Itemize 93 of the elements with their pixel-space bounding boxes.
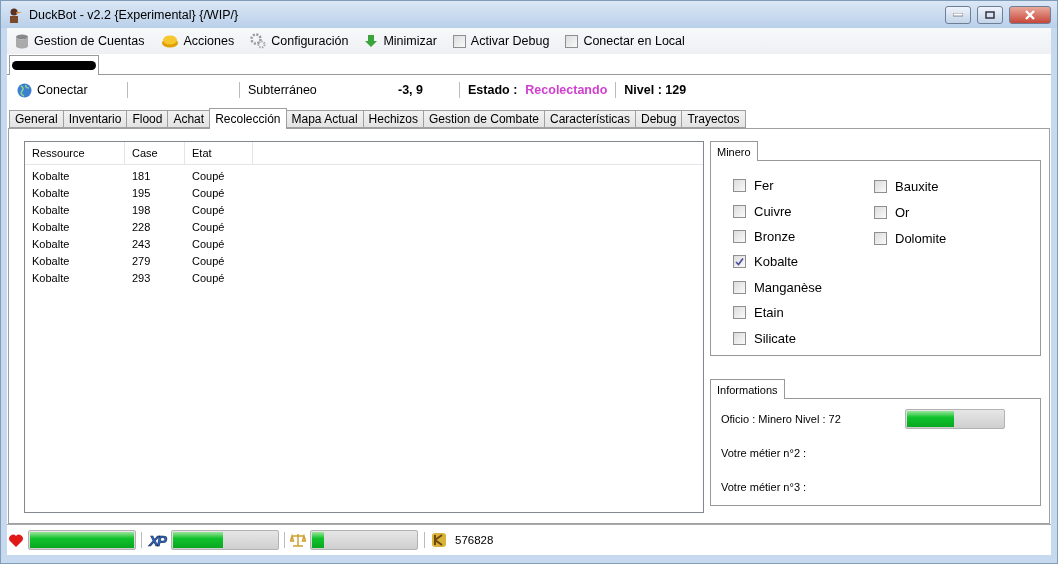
xp-label: XP bbox=[149, 531, 165, 549]
checkbox[interactable] bbox=[565, 34, 579, 48]
menu-item[interactable]: Gestion de Cuentas bbox=[13, 33, 147, 49]
table-cell-text: Kobalte bbox=[31, 271, 71, 284]
gears-icon bbox=[250, 33, 267, 49]
checkbox-option[interactable]: Bronze bbox=[733, 223, 874, 250]
table-cell-text: 228 bbox=[131, 220, 152, 233]
connect-link[interactable]: Conectar bbox=[37, 83, 119, 97]
checkbox-option[interactable]: Or bbox=[874, 199, 1015, 225]
coins-icon bbox=[160, 34, 179, 48]
checkbox[interactable] bbox=[733, 306, 746, 320]
checkbox-option[interactable]: Silicate bbox=[733, 325, 874, 351]
table-cell-text: Coupé bbox=[191, 203, 226, 216]
checkbox[interactable] bbox=[733, 230, 746, 244]
table-cell-text: Coupé bbox=[191, 271, 226, 284]
heart-icon bbox=[8, 532, 24, 548]
table-cell-text: Kobalte bbox=[31, 203, 71, 216]
level-label: Nivel : 129 bbox=[624, 83, 687, 97]
table-cell-text: Coupé bbox=[191, 254, 226, 267]
map-name: Subterráneo bbox=[248, 83, 318, 97]
checkbox-option[interactable]: Fer bbox=[733, 173, 874, 199]
checkbox[interactable] bbox=[733, 280, 746, 294]
state-value: Recolectando bbox=[525, 83, 608, 97]
checkbox[interactable] bbox=[874, 231, 887, 245]
tab[interactable]: Achat bbox=[167, 110, 211, 128]
table-cell-text: Coupé bbox=[191, 169, 226, 182]
close-button[interactable] bbox=[1009, 5, 1051, 24]
column-header[interactable]: Etat bbox=[185, 142, 253, 164]
menu-item[interactable]: Acciones bbox=[158, 34, 237, 48]
table-cell-text: 181 bbox=[131, 169, 152, 182]
column-header[interactable]: Case bbox=[125, 142, 185, 164]
checkbox[interactable] bbox=[733, 204, 746, 218]
tab[interactable]: Debug bbox=[635, 110, 683, 128]
globe-icon bbox=[17, 82, 32, 98]
checkbox[interactable] bbox=[874, 179, 887, 193]
checkbox-option[interactable]: Cuivre bbox=[733, 198, 874, 224]
table-cell-text: Kobalte bbox=[31, 220, 71, 233]
database-icon bbox=[15, 33, 29, 49]
checkbox-option[interactable]: Manganèse bbox=[733, 274, 874, 301]
checkbox[interactable] bbox=[452, 34, 466, 48]
job-label: Votre métier n°2 : bbox=[721, 447, 808, 459]
tab[interactable]: Recolección bbox=[209, 108, 287, 129]
tab[interactable]: General bbox=[9, 110, 64, 128]
down-arrow-icon bbox=[364, 34, 379, 48]
tab[interactable]: Gestion de Combate bbox=[422, 110, 545, 128]
table-cell-text: Kobalte bbox=[31, 169, 71, 182]
maximize-icon bbox=[985, 10, 995, 19]
minimize-button[interactable] bbox=[945, 5, 971, 24]
minimize-icon bbox=[953, 12, 963, 17]
tab[interactable]: Características bbox=[543, 110, 636, 128]
account-tab[interactable] bbox=[9, 55, 99, 75]
tab[interactable]: Inventario bbox=[62, 110, 128, 128]
close-icon bbox=[1024, 9, 1036, 20]
column-header[interactable]: Ressource bbox=[25, 142, 125, 164]
checkbox[interactable] bbox=[874, 205, 887, 219]
table-cell-text: 198 bbox=[131, 203, 152, 216]
tab[interactable]: Flood bbox=[126, 110, 169, 128]
checkbox[interactable] bbox=[733, 179, 746, 193]
table-cell-text: Coupé bbox=[191, 186, 226, 199]
checkbox[interactable] bbox=[733, 331, 746, 345]
checkbox-option[interactable]: Bauxite bbox=[874, 173, 1015, 199]
table-cell-text: Kobalte bbox=[31, 237, 71, 250]
menu-item[interactable]: Minimizar bbox=[362, 34, 439, 48]
scales-icon bbox=[290, 532, 306, 548]
table-cell-text: Coupé bbox=[191, 237, 226, 250]
table-cell-text: Kobalte bbox=[31, 186, 71, 199]
map-coordinates: -3, 9 bbox=[398, 83, 424, 97]
group-tab[interactable]: Minero bbox=[710, 141, 758, 161]
checkbox-option[interactable]: Kobalte bbox=[733, 249, 874, 275]
tab[interactable]: Mapa Actual bbox=[285, 110, 364, 128]
checkbox-option[interactable]: Etain bbox=[733, 300, 874, 326]
job-label: Oficio : Minero Nivel : 72 bbox=[721, 413, 842, 425]
kamas-coin-icon bbox=[431, 532, 447, 548]
table-cell-text: Kobalte bbox=[31, 254, 71, 267]
job-label: Votre métier n°3 : bbox=[721, 481, 808, 493]
duck-logo-icon bbox=[7, 6, 23, 23]
maximize-button[interactable] bbox=[977, 5, 1003, 24]
tab[interactable]: Trayectos bbox=[681, 110, 746, 128]
table-cell-text: 279 bbox=[131, 254, 152, 267]
table-cell-text: Coupé bbox=[191, 220, 226, 233]
state-label: Estado : bbox=[468, 83, 518, 97]
table-cell-text: 243 bbox=[131, 237, 152, 250]
window-title: DuckBot - v2.2 {Experimental} {/WIP/} bbox=[29, 7, 240, 22]
kamas-amount: 576828 bbox=[455, 534, 494, 546]
tab[interactable]: Hechizos bbox=[362, 110, 424, 128]
checkbox[interactable] bbox=[733, 255, 746, 269]
menu-checkbox[interactable]: Activar Debug bbox=[450, 34, 552, 48]
checkbox-option[interactable]: Dolomite bbox=[874, 225, 1015, 251]
table-cell-text: 293 bbox=[131, 271, 152, 284]
table-cell-text: 195 bbox=[131, 186, 152, 199]
menu-checkbox[interactable]: Conectar en Local bbox=[563, 34, 687, 48]
group-tab[interactable]: Informations bbox=[710, 379, 785, 399]
menu-item[interactable]: Configuración bbox=[248, 33, 351, 49]
